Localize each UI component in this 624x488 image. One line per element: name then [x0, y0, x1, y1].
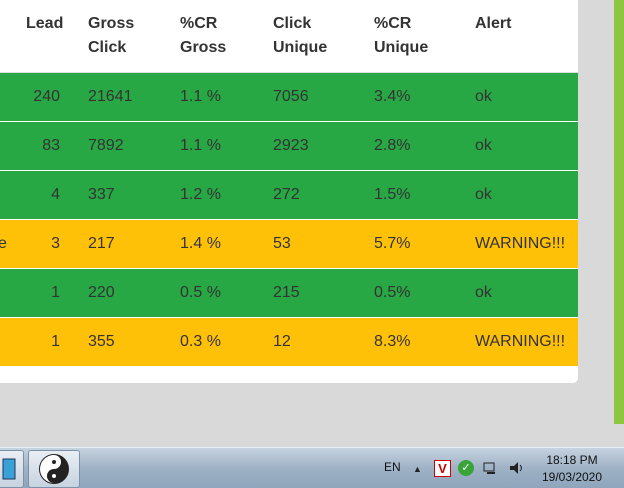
cell-alert: WARNING!!! — [475, 235, 566, 252]
cell-cu: 7056 — [273, 88, 309, 105]
header-lead: Lead — [26, 15, 64, 32]
cell-gross: 217 — [88, 235, 115, 252]
table-row: 1 355 0.3 % 12 8.3% WARNING!!! — [0, 318, 578, 367]
language-indicator[interactable]: EN — [384, 460, 401, 474]
cell-crg: 1.1 % — [180, 88, 221, 105]
page-background — [578, 0, 614, 447]
cell-lead: 3 — [51, 235, 60, 252]
cell-cu: 215 — [273, 284, 300, 301]
cell-cru: 3.4% — [374, 88, 411, 105]
cell-alert: ok — [475, 88, 492, 105]
table-header: Lead Gross Click %CR Gross Click Unique … — [0, 0, 578, 73]
cell-cu: 12 — [273, 333, 291, 350]
header-gross-click: Gross Click — [88, 15, 135, 56]
cell-gross: 220 — [88, 284, 115, 301]
antivirus-v-icon[interactable]: V — [434, 460, 451, 477]
cell-crg: 1.4 % — [180, 235, 221, 252]
cell-crg: 0.3 % — [180, 333, 221, 350]
clock[interactable]: 18:18 PM 19/03/2020 — [534, 453, 610, 484]
taskbar-app-button[interactable] — [0, 450, 24, 488]
table-row: 4 337 1.2 % 272 1.5% ok — [0, 171, 578, 220]
cell-crg: 0.5 % — [180, 284, 221, 301]
cell-alert: WARNING!!! — [475, 333, 566, 350]
clock-time: 18:18 PM — [546, 453, 598, 467]
report-table-card: Lead Gross Click %CR Gross Click Unique … — [0, 0, 578, 383]
table-row: 1 220 0.5 % 215 0.5% ok — [0, 269, 578, 318]
header-cr-unique: %CR Unique — [374, 15, 429, 56]
shield-check-icon[interactable]: ✓ — [458, 460, 474, 476]
clock-date: 19/03/2020 — [541, 470, 603, 484]
cell-lead: 83 — [42, 137, 60, 154]
cell-lead: 1 — [51, 333, 60, 350]
cell-cru: 2.8% — [374, 137, 411, 154]
cell-gross: 337 — [88, 186, 115, 203]
table-row: 83 7892 1.1 % 2923 2.8% ok — [0, 122, 578, 171]
table-row: 240 21641 1.1 % 7056 3.4% ok — [0, 73, 578, 122]
cell-crg: 1.2 % — [180, 186, 221, 203]
cell-cu: 2923 — [273, 137, 309, 154]
show-hidden-icon[interactable]: ▲ — [413, 461, 422, 477]
cell-alert: ok — [475, 186, 492, 203]
cell-lead: 1 — [51, 284, 60, 301]
cell-lead: 240 — [33, 88, 60, 105]
cell-cru: 5.7% — [374, 235, 411, 252]
volume-icon[interactable] — [508, 460, 524, 476]
cell-cru: 1.5% — [374, 186, 411, 203]
cell-cu: 53 — [273, 235, 291, 252]
side-accent-bar — [614, 0, 624, 424]
header-click-unique: Click Unique — [273, 15, 328, 56]
cell-cu: 272 — [273, 186, 300, 203]
yin-yang-icon — [39, 454, 69, 484]
cell-alert: ok — [475, 284, 492, 301]
cell-alert: ok — [475, 137, 492, 154]
cell-gross: 7892 — [88, 137, 124, 154]
cell-lead: 4 — [51, 186, 60, 203]
cell-gross: 355 — [88, 333, 115, 350]
table-row: e 3 217 1.4 % 53 5.7% WARNING!!! — [0, 220, 578, 269]
network-icon[interactable] — [482, 460, 498, 476]
cell-cru: 8.3% — [374, 333, 411, 350]
cell-crg: 1.1 % — [180, 137, 221, 154]
taskbar-yinyang-button[interactable] — [28, 450, 80, 488]
cell-cru: 0.5% — [374, 284, 411, 301]
header-cr-gross: %CR Gross — [180, 15, 227, 56]
header-alert: Alert — [475, 15, 512, 32]
windows-taskbar: EN ▲ V ✓ 18:18 PM 19/03/2020 — [0, 447, 624, 488]
cell-gross: 21641 — [88, 88, 133, 105]
app-icon — [2, 458, 16, 480]
